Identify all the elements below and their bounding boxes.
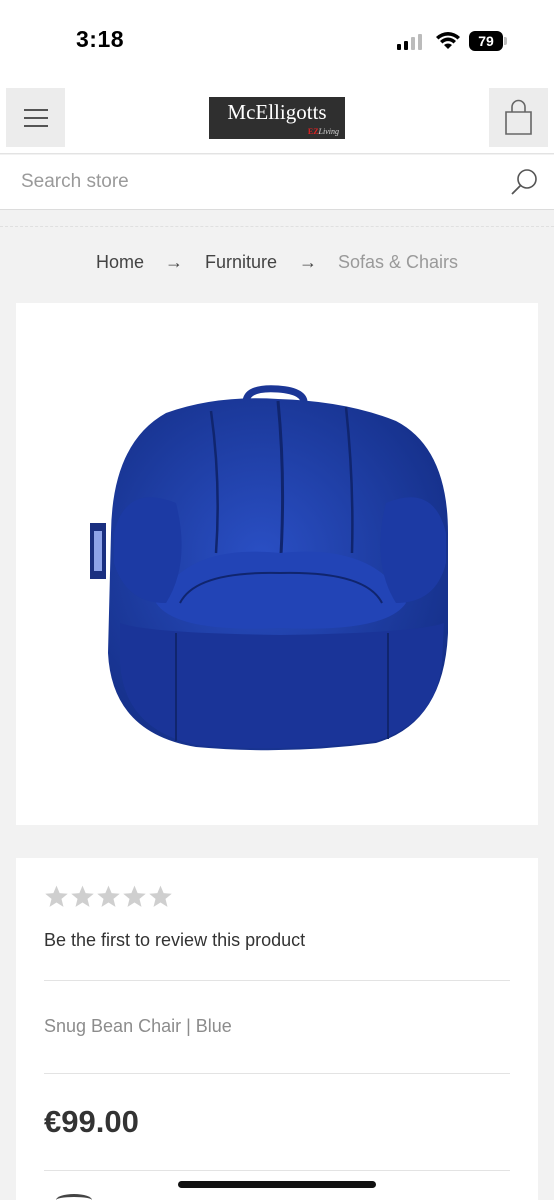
product-name: Snug Bean Chair | Blue — [44, 1016, 232, 1036]
divider — [44, 1170, 510, 1171]
search-icon — [511, 169, 537, 195]
status-time: 3:18 — [76, 26, 125, 52]
product-price: €99.00 — [44, 1104, 139, 1139]
search-button[interactable] — [508, 165, 542, 199]
breadcrumb-home[interactable]: Home — [96, 252, 144, 273]
product-image-card[interactable] — [16, 303, 538, 825]
divider — [44, 1073, 510, 1074]
star-icon — [149, 885, 172, 907]
breadcrumb: Home → Furniture → Sofas & Chairs — [0, 252, 554, 278]
breadcrumb-furniture[interactable]: Furniture — [205, 252, 277, 273]
partial-icon — [56, 1194, 92, 1200]
wifi-icon — [436, 32, 460, 49]
search-input[interactable] — [0, 155, 490, 209]
star-icon — [45, 885, 68, 907]
shopping-bag-icon — [505, 99, 532, 135]
cart-button[interactable] — [489, 88, 548, 147]
breadcrumb-separator: → — [299, 252, 317, 272]
breadcrumb-separator: → — [165, 252, 183, 272]
store-logo[interactable]: McElligotts EZLiving — [209, 97, 345, 139]
star-icon — [97, 885, 120, 907]
star-icon — [71, 885, 94, 907]
hamburger-menu-icon — [24, 109, 48, 111]
search-bar — [0, 155, 554, 210]
battery-tip — [504, 37, 507, 45]
home-indicator[interactable] — [178, 1181, 376, 1188]
breadcrumb-current: Sofas & Chairs — [338, 252, 459, 272]
signal-icon — [397, 34, 425, 50]
menu-button[interactable] — [6, 88, 65, 147]
star-icon — [123, 885, 146, 907]
divider — [0, 226, 554, 227]
battery-indicator: 79 — [469, 31, 503, 51]
product-image — [90, 385, 448, 751]
status-bar: 3:18 79 — [0, 0, 554, 82]
product-info-card: Be the first to review this product Snug… — [16, 858, 538, 1200]
write-review-link[interactable]: Be the first to review this product — [44, 930, 305, 951]
divider — [44, 980, 510, 981]
logo-sub-brand: EZLiving — [307, 127, 339, 136]
rating-stars — [44, 884, 173, 909]
site-header: McElligotts EZLiving — [0, 82, 554, 154]
